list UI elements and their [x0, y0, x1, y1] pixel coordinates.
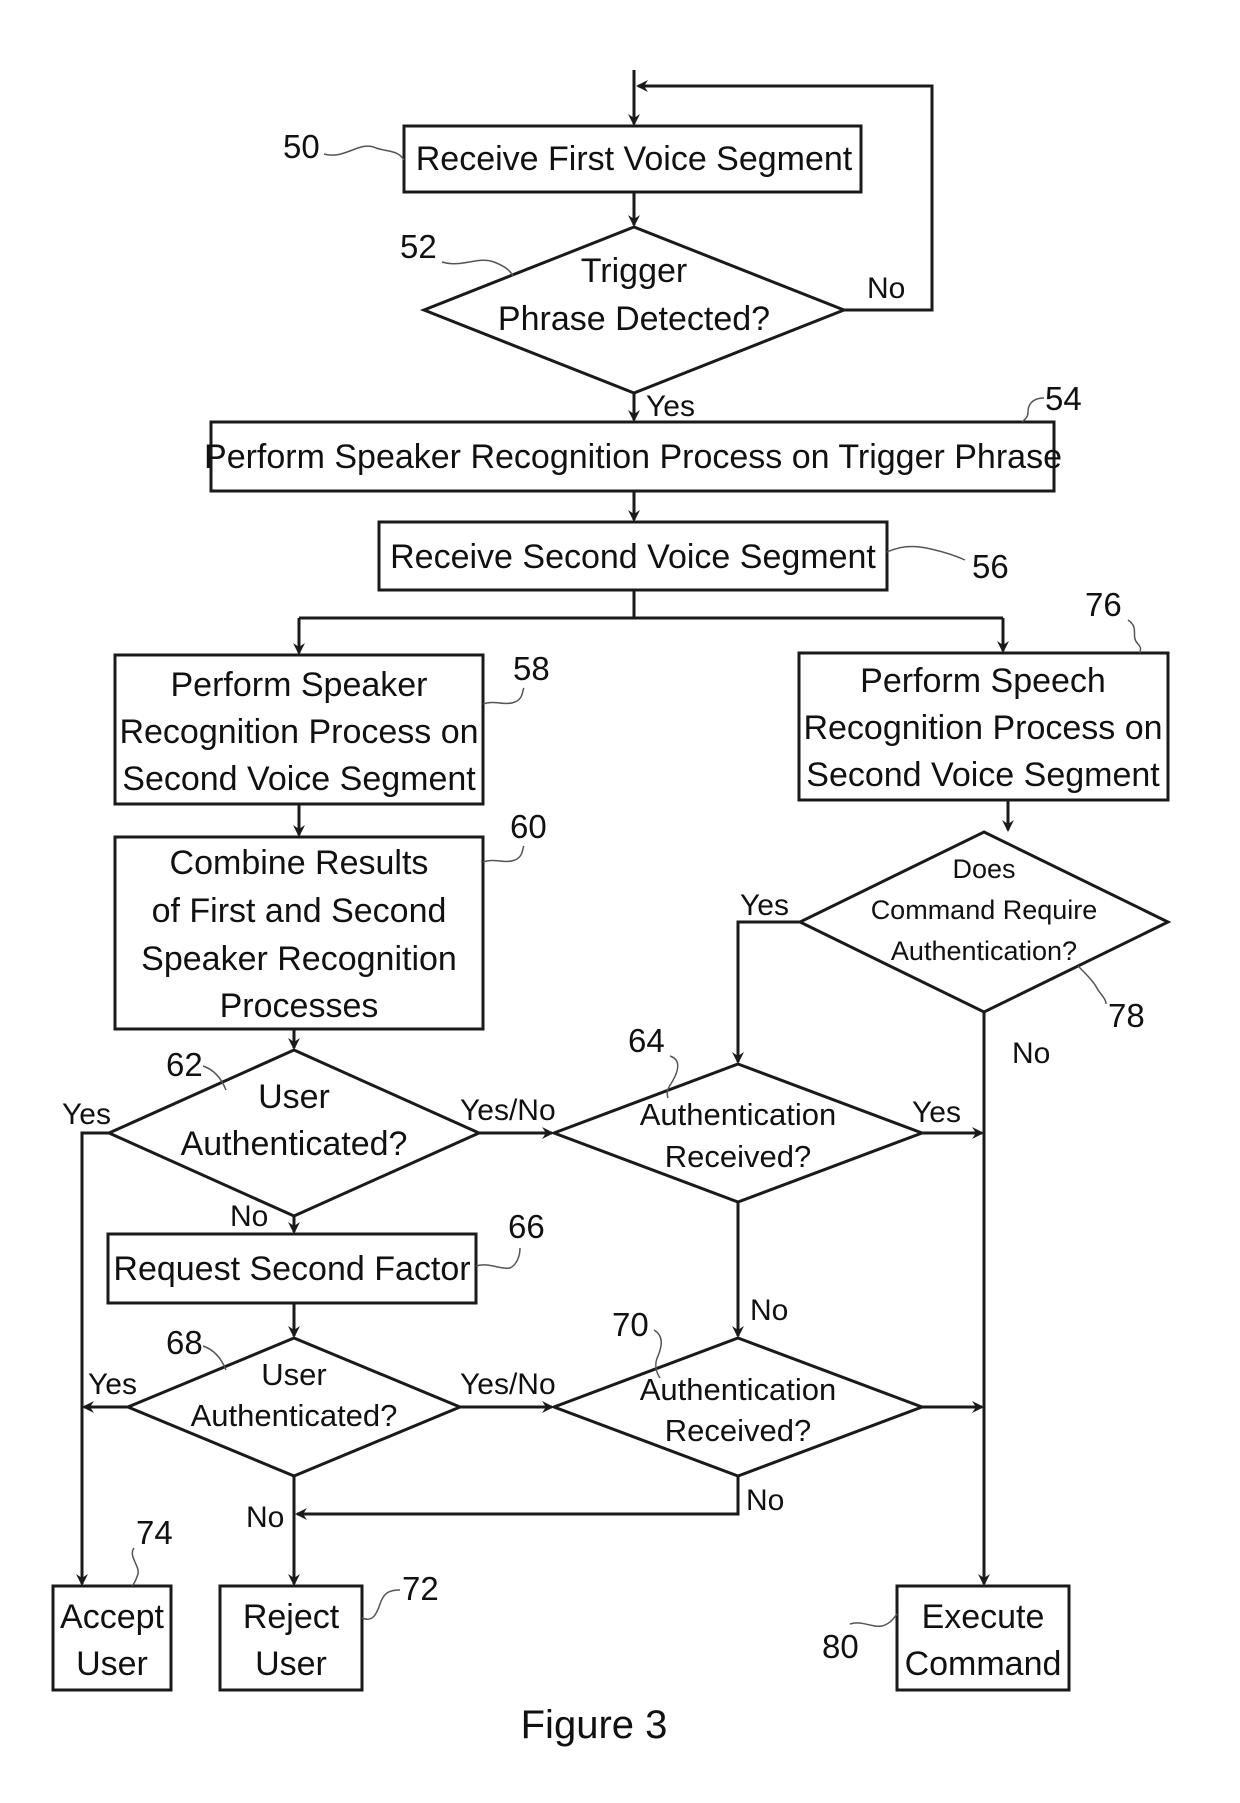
node-text: Authenticated?	[181, 1125, 408, 1163]
ref-numeral-60: 60	[510, 808, 547, 845]
node-text: Request Second Factor	[113, 1250, 470, 1288]
leader-line-58	[482, 687, 525, 705]
node-56: Receive Second Voice Segment	[377, 520, 889, 592]
edge-56-split	[299, 590, 1003, 620]
leader-line-72	[361, 1589, 401, 1620]
ref-numeral-52: 52	[400, 228, 437, 265]
edge-label-62-yesno: Yes/No	[460, 1094, 556, 1127]
decision-diamond	[549, 1336, 927, 1478]
edge-label-62-no: No	[230, 1200, 268, 1233]
edge-label-78-yes: Yes	[740, 889, 789, 922]
ref-numeral-58: 58	[513, 650, 550, 687]
node-text: Received?	[665, 1139, 811, 1174]
leader-line-50	[323, 145, 405, 161]
node-text: Processes	[220, 987, 379, 1025]
node-58: Perform Speaker Recognition Process on S…	[113, 653, 485, 806]
node-text: Second Voice Segment	[122, 760, 476, 798]
ref-numeral-76: 76	[1085, 586, 1122, 623]
ref-numeral-68: 68	[166, 1324, 203, 1361]
leader-line-78	[1077, 965, 1107, 1005]
edge-label-64-yes: Yes	[912, 1096, 961, 1129]
edge-label-62-yes: Yes	[62, 1098, 111, 1131]
node-text: Speaker Recognition	[141, 940, 457, 978]
leader-line-56	[886, 545, 966, 561]
node-50: Receive First Voice Segment	[402, 124, 863, 194]
edge-label-68-no: No	[246, 1501, 284, 1534]
node-text: Execute	[922, 1598, 1045, 1636]
edge-78-yes-to-64	[732, 920, 800, 1064]
leader-line-52	[441, 259, 514, 277]
ref-numeral-74: 74	[136, 1514, 173, 1551]
ref-numeral-64: 64	[628, 1022, 665, 1059]
node-text: Recognition Process on	[803, 709, 1162, 747]
node-text: of First and Second	[152, 892, 447, 930]
node-text: Perform Speaker	[171, 666, 428, 704]
node-66: Request Second Factor	[106, 1232, 478, 1305]
node-text: User	[76, 1645, 148, 1683]
node-text: Reject	[243, 1598, 340, 1636]
node-text: Authenticated?	[191, 1398, 398, 1433]
leader-line-74	[131, 1547, 139, 1587]
ref-numeral-80: 80	[822, 1628, 859, 1665]
node-52: Trigger Phrase Detected?	[419, 225, 849, 395]
node-text: Authentication	[640, 1372, 836, 1407]
node-text: Combine Results	[170, 844, 429, 882]
node-text: Does	[952, 854, 1015, 884]
node-72: Reject User	[218, 1584, 364, 1692]
ref-numeral-56: 56	[972, 548, 1009, 585]
edge-62-yes-to-74	[76, 1131, 109, 1586]
node-70: Authentication Received?	[549, 1336, 927, 1478]
node-62: User Authenticated?	[105, 1048, 483, 1218]
node-text: Received?	[665, 1413, 811, 1448]
node-74: Accept User	[51, 1584, 173, 1692]
node-text: Receive First Voice Segment	[416, 140, 853, 178]
node-54: Perform Speaker Recognition Process on T…	[204, 420, 1062, 493]
ref-numeral-72: 72	[402, 1570, 439, 1607]
edge-label-64-no: No	[750, 1294, 788, 1327]
node-text: User	[258, 1078, 330, 1116]
node-60: Combine Results of First and Second Spea…	[113, 835, 485, 1031]
leader-line-66	[475, 1247, 521, 1270]
node-text: Second Voice Segment	[806, 756, 1160, 794]
ref-numeral-62: 62	[166, 1046, 203, 1083]
edge-label-68-yes: Yes	[88, 1368, 137, 1401]
edge-label-52-yes: Yes	[646, 390, 695, 423]
node-text: Recognition Process on	[119, 713, 478, 751]
node-text: Command Require	[871, 895, 1098, 925]
ref-numeral-78: 78	[1108, 997, 1145, 1034]
edge-label-52-no: No	[867, 272, 905, 305]
edge-70-no-to-72-line	[295, 1476, 740, 1520]
node-64: Authentication Received?	[549, 1062, 927, 1204]
node-76: Perform Speech Recognition Process on Se…	[797, 651, 1170, 802]
edge-label-68-yesno: Yes/No	[460, 1368, 556, 1401]
ref-numeral-50: 50	[283, 128, 320, 165]
node-text: Perform Speaker Recognition Process on T…	[204, 438, 1062, 476]
ref-numeral-70: 70	[612, 1306, 649, 1343]
leader-line-76	[1127, 619, 1142, 654]
node-text: Accept	[60, 1598, 164, 1636]
flowchart-figure-3: Receive First Voice Segment Trigger Phra…	[51, 70, 1172, 1747]
node-text: User	[261, 1357, 326, 1392]
leader-line-54	[1021, 397, 1045, 423]
node-80: Execute Command	[895, 1584, 1071, 1692]
node-text: Perform Speech	[860, 662, 1106, 700]
edge-label-78-no: No	[1012, 1037, 1050, 1070]
node-text: Authentication	[640, 1097, 836, 1132]
figure-caption: Figure 3	[521, 1703, 668, 1747]
node-text: User	[255, 1645, 327, 1683]
node-text: Authentication?	[891, 936, 1077, 966]
ref-numeral-66: 66	[508, 1208, 545, 1245]
leader-line-80	[849, 1613, 898, 1628]
decision-diamond	[549, 1062, 927, 1204]
edge-label-70-no: No	[746, 1484, 784, 1517]
node-text: Trigger	[581, 252, 687, 290]
node-text: Command	[905, 1645, 1062, 1683]
node-text: Receive Second Voice Segment	[390, 538, 876, 576]
ref-numeral-54: 54	[1045, 380, 1082, 417]
leader-line-60	[482, 845, 525, 863]
node-text: Phrase Detected?	[498, 300, 770, 338]
node-78: Does Command Require Authentication?	[796, 830, 1172, 1014]
